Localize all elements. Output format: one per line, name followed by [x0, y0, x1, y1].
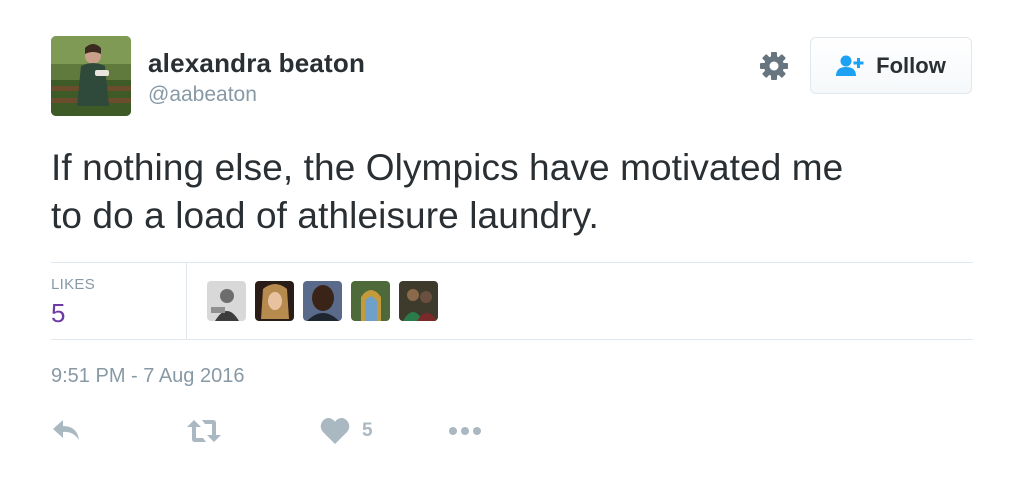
- liker-avatar[interactable]: [351, 281, 390, 321]
- liker-avatar[interactable]: [303, 281, 342, 321]
- tweet-text-line-2: to do a load of athleisure laundry.: [51, 195, 599, 236]
- liker-avatar[interactable]: [255, 281, 294, 321]
- follow-button[interactable]: Follow: [810, 37, 972, 94]
- stats-divider: [186, 263, 187, 339]
- divider-bottom: [51, 339, 973, 340]
- reply-icon[interactable]: [51, 418, 83, 444]
- likers-avatars: [207, 281, 438, 321]
- follow-button-label: Follow: [876, 52, 946, 78]
- retweet-icon[interactable]: [186, 418, 222, 444]
- liker-avatar[interactable]: [207, 281, 246, 321]
- tweet-text-line-1: If nothing else, the Olympics have motiv…: [51, 147, 844, 188]
- more-dots-icon[interactable]: [447, 424, 483, 438]
- liker-avatar[interactable]: [399, 281, 438, 321]
- gear-icon[interactable]: [758, 50, 790, 82]
- tweet-text: If nothing else, the Olympics have motiv…: [51, 144, 981, 240]
- divider-top: [51, 262, 973, 263]
- likes-count[interactable]: 5: [51, 298, 65, 329]
- heart-icon[interactable]: [320, 417, 350, 445]
- follow-user-plus-icon: [836, 54, 866, 78]
- user-name[interactable]: alexandra beaton: [148, 48, 365, 79]
- user-avatar[interactable]: [51, 36, 131, 116]
- user-handle[interactable]: @aabeaton: [148, 83, 257, 107]
- like-action-count: 5: [362, 420, 373, 441]
- tweet-card: alexandra beaton @aabeaton Follow If not…: [0, 0, 1024, 489]
- likes-label: LIKES: [51, 276, 96, 293]
- tweet-timestamp[interactable]: 9:51 PM - 7 Aug 2016: [51, 365, 244, 388]
